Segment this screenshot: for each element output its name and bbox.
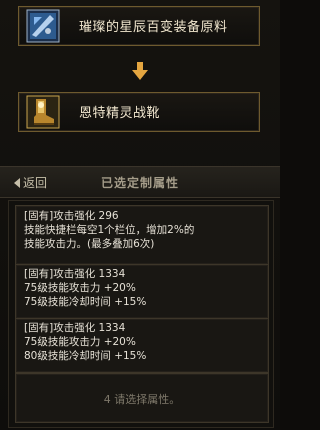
attribute-slot-2[interactable]: [固有]攻击强化 1334 75级技能攻击力 +20% 75级技能冷却时间 +1…: [15, 264, 269, 319]
attribute-list: [固有]攻击强化 296 技能快捷栏每空1个栏位，增加2%的 技能攻击力。(最多…: [8, 200, 274, 428]
target-item-slot[interactable]: 恩特精灵战靴: [18, 92, 260, 132]
attribute-line: [固有]攻击强化 296: [24, 210, 119, 222]
attribute-line: 技能快捷栏每空1个栏位，增加2%的: [24, 224, 195, 236]
attribute-line: [固有]攻击强化 1334: [24, 268, 126, 280]
empty-slot-label: 4 请选择属性。: [103, 393, 181, 406]
attribute-line: 技能攻击力。(最多叠加6次): [24, 238, 155, 250]
attribute-line: 75级技能攻击力 +20%: [24, 282, 136, 294]
attributes-header: 返回 已选定制属性: [0, 166, 280, 198]
attribute-slot-3[interactable]: [固有]攻击强化 1334 75级技能攻击力 +20% 80级技能冷却时间 +1…: [15, 318, 269, 373]
target-item-label: 恩特精灵战靴: [79, 106, 161, 121]
arrow-down-icon: [132, 62, 148, 80]
source-item-slot[interactable]: 璀璨的星辰百变装备原料: [18, 6, 260, 46]
attribute-line: [固有]攻击强化 1334: [24, 322, 126, 334]
crystal-material-icon: [23, 7, 63, 45]
attribute-line: 80级技能冷却时间 +15%: [24, 350, 147, 362]
boots-icon: [23, 93, 63, 131]
attribute-line: 75级技能冷却时间 +15%: [24, 296, 147, 308]
attribute-slot-4-empty[interactable]: 4 请选择属性。: [15, 373, 269, 423]
attribute-slot-1[interactable]: [固有]攻击强化 296 技能快捷栏每空1个栏位，增加2%的 技能攻击力。(最多…: [15, 205, 269, 265]
attribute-line: 75级技能攻击力 +20%: [24, 336, 136, 348]
source-item-label: 璀璨的星辰百变装备原料: [79, 20, 228, 35]
panel-title: 已选定制属性: [100, 176, 179, 190]
